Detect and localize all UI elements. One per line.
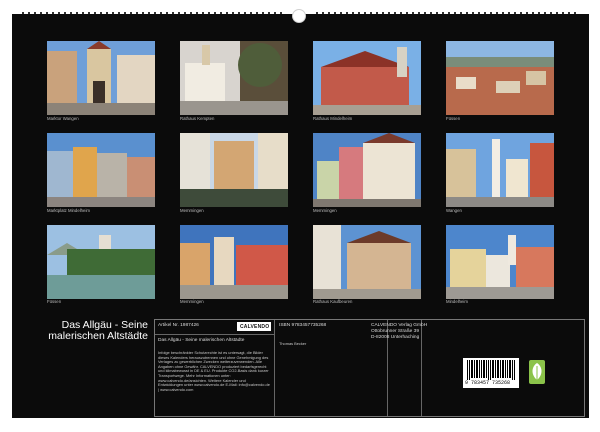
photo-marktor-wangen (47, 41, 155, 115)
leaf-icon (529, 360, 545, 384)
article-number: Artikel Nr. 1987426 (158, 323, 199, 328)
photo-caption: Füssen (446, 116, 461, 121)
photo-caption: Marktplatz Mindelheim (47, 208, 90, 213)
calendar-title: Das Allgäu - Seine malerischen Altstädte (48, 319, 148, 342)
divider (155, 334, 274, 335)
photo-caption: Wangen (446, 208, 462, 213)
divider (274, 320, 275, 416)
photo-caption: Marktor Wangen (47, 116, 79, 121)
divider (421, 320, 422, 416)
photo-mindelheim (446, 225, 554, 299)
photo-memmingen-3 (180, 225, 288, 299)
photo-caption: Füssen (47, 299, 62, 304)
photo-caption: Memmingen (313, 208, 337, 213)
barcode: 9 783457 735268 (463, 358, 519, 388)
barcode-number: 9 783457 735268 (465, 380, 511, 386)
publisher-street: Ottobrunner Straße 39 (371, 329, 419, 334)
photo-fuessen-river (47, 225, 155, 299)
photo-marktplatz-mindelheim (47, 133, 155, 207)
photo-caption: Mindelheim (446, 299, 468, 304)
publisher-logo: CALVENDO (237, 322, 271, 331)
photo-memmingen-1 (180, 133, 288, 207)
photo-rathaus-kempten (180, 41, 288, 115)
photo-rathaus-mindelheim (313, 41, 421, 115)
hanger-hole (292, 9, 306, 23)
photo-caption: Rathaus Mindelheim (313, 116, 353, 121)
photo-caption: Memmingen (180, 208, 204, 213)
photo-wangen (446, 133, 554, 207)
legal-text: Infolge beschränkter Schutzrechte ist es… (158, 350, 270, 392)
info-panel: Artikel Nr. 1987426 CALVENDO Das Allgäu … (154, 319, 585, 417)
info-calendar-title: Das Allgäu - Seine malerischen Altstädte (158, 338, 245, 343)
photo-caption: Rathaus Kaufbeuren (313, 299, 353, 304)
publisher-name: CALVENDO Verlag GmbH (371, 323, 428, 328)
photo-rathaus-kaufbeuren (313, 225, 421, 299)
photo-memmingen-2 (313, 133, 421, 207)
author: Thomas Becker (279, 341, 307, 346)
publisher-city: D-82008 Unterhaching (371, 335, 420, 340)
photo-fuessen-view (446, 41, 554, 115)
logo-text: CALVENDO (240, 324, 270, 330)
photo-caption: Rathaus Kempten (180, 116, 215, 121)
isbn: ISBN 9783457735268 (279, 323, 327, 328)
photo-caption: Memmingen (180, 299, 204, 304)
